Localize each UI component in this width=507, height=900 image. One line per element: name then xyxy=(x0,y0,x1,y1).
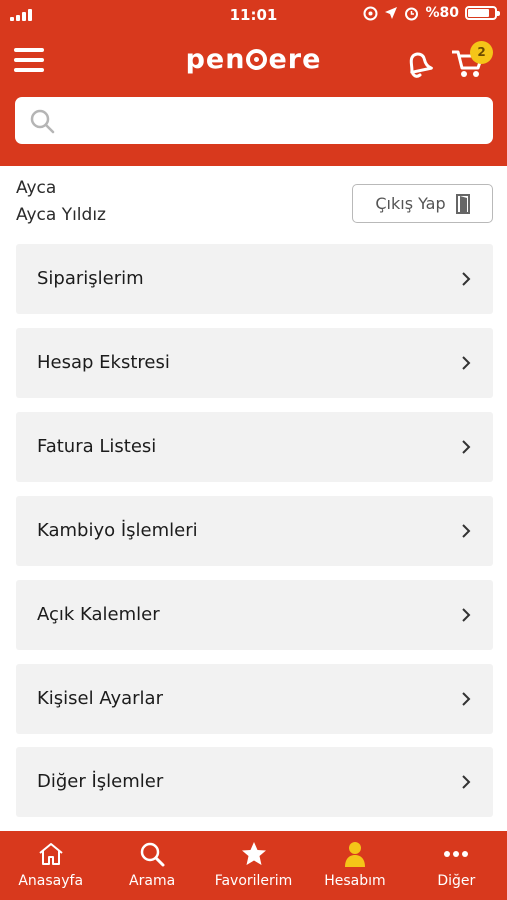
chevron-right-icon xyxy=(462,608,471,622)
tab-label: Arama xyxy=(129,873,176,889)
tab-label: Diğer xyxy=(437,873,476,889)
menu-item-label: Kişisel Ayarlar xyxy=(37,688,163,709)
chevron-right-icon xyxy=(462,692,471,706)
menu-item-exchange-operations[interactable]: Kambiyo İşlemleri xyxy=(16,496,493,566)
search-icon xyxy=(140,842,165,867)
tab-account[interactable]: Hesabım xyxy=(304,831,405,900)
menu-item-invoice-list[interactable]: Fatura Listesi xyxy=(16,412,493,482)
chevron-right-icon xyxy=(462,356,471,370)
battery-icon xyxy=(465,6,500,20)
search-bar[interactable] xyxy=(15,97,493,144)
tab-home[interactable]: Anasayfa xyxy=(0,831,101,900)
tab-label: Favorilerim xyxy=(214,873,293,889)
bell-icon[interactable] xyxy=(400,46,434,80)
logout-label: Çıkış Yap xyxy=(375,194,446,213)
menu-item-label: Hesap Ekstresi xyxy=(37,352,170,373)
menu-item-personal-settings[interactable]: Kişisel Ayarlar xyxy=(16,664,493,734)
status-bar: 11:01 %80 xyxy=(0,0,507,30)
screen-lock-icon xyxy=(363,6,378,20)
app-header: 11:01 %80 pen ere 2 xyxy=(0,0,507,166)
more-icon xyxy=(444,851,469,857)
status-indicators: %80 xyxy=(363,5,500,21)
menu-item-other-operations[interactable]: Diğer İşlemler xyxy=(16,747,493,817)
star-icon xyxy=(241,842,266,865)
menu-item-label: Açık Kalemler xyxy=(37,604,160,625)
chevron-right-icon xyxy=(462,440,471,454)
user-icon xyxy=(344,842,365,867)
tab-label: Anasayfa xyxy=(18,873,84,889)
chevron-right-icon xyxy=(462,272,471,286)
search-input[interactable] xyxy=(65,97,485,144)
tab-label: Hesabım xyxy=(324,873,386,889)
menu-item-orders[interactable]: Siparişlerim xyxy=(16,244,493,314)
user-first-name: Ayca xyxy=(16,178,57,198)
home-icon xyxy=(39,843,63,865)
menu-item-open-items[interactable]: Açık Kalemler xyxy=(16,580,493,650)
tab-search[interactable]: Arama xyxy=(101,831,202,900)
chevron-right-icon xyxy=(462,524,471,538)
tab-favorites[interactable]: Favorilerim xyxy=(203,831,304,900)
tab-more[interactable]: Diğer xyxy=(406,831,507,900)
chevron-right-icon xyxy=(462,775,471,789)
menu-item-account-statement[interactable]: Hesap Ekstresi xyxy=(16,328,493,398)
menu-item-label: Siparişlerim xyxy=(37,268,144,289)
cart-count-badge: 2 xyxy=(470,41,493,64)
menu-item-label: Fatura Listesi xyxy=(37,436,157,457)
battery-percent: %80 xyxy=(425,5,459,21)
bottom-tab-bar: Anasayfa Arama Favorilerim Hesabım Diğer xyxy=(0,831,507,900)
user-full-name: Ayca Yıldız xyxy=(16,205,106,225)
location-icon xyxy=(385,7,398,19)
menu-item-label: Kambiyo İşlemleri xyxy=(37,520,198,541)
logout-button[interactable]: Çıkış Yap xyxy=(352,184,493,223)
door-icon xyxy=(455,193,470,214)
menu-item-label: Diğer İşlemler xyxy=(37,771,164,792)
search-icon xyxy=(30,109,55,134)
alarm-icon xyxy=(405,7,419,20)
